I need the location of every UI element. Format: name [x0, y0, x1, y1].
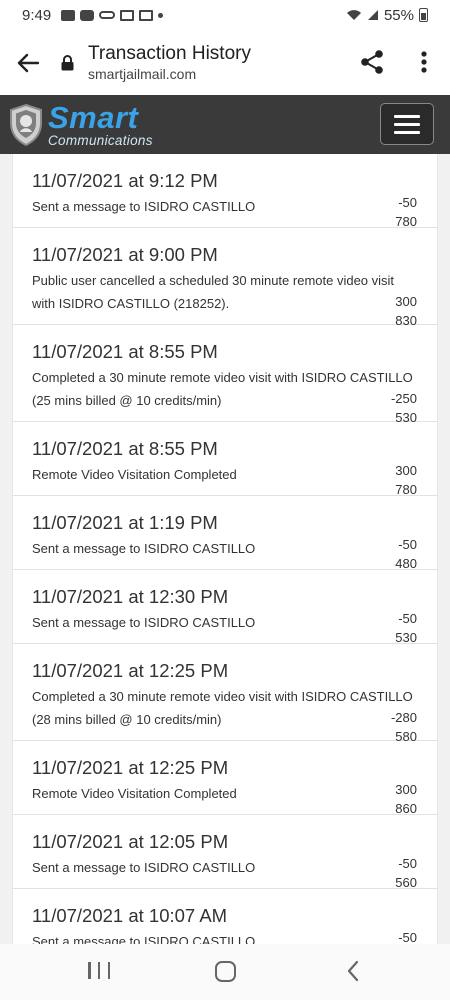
transaction-description: Completed a 30 minute remote video visit…: [32, 689, 413, 704]
transaction-amount: -50: [398, 930, 417, 944]
logo-wordmark: Smart: [48, 99, 139, 135]
message-icon: [61, 9, 76, 21]
page-domain: smartjailmail.com: [88, 65, 197, 82]
browser-toolbar: Transaction History smartjailmail.com: [0, 30, 450, 95]
transaction-row: 11/07/2021 at 9:00 PM Public user cancell…: [12, 228, 438, 328]
transaction-description: Public user cancelled a scheduled 30 min…: [32, 273, 395, 288]
transaction-description: with ISIDRO CASTILLO (218252).: [32, 296, 230, 311]
transaction-row: 11/07/2021 at 12:25 PM Remote Video Visit…: [12, 741, 438, 816]
status-time: 9:49: [22, 6, 52, 24]
system-nav-bar: [0, 944, 450, 1000]
wifi-icon: [346, 10, 361, 20]
transaction-row: 11/07/2021 at 9:12 PM Sent a message to I…: [12, 154, 438, 229]
arrow-left-icon: [17, 53, 39, 72]
transaction-row: 11/07/2021 at 12:05 PM Sent a message to …: [12, 815, 438, 890]
hamburger-menu-button[interactable]: [380, 103, 434, 145]
shield-logo-icon: [10, 103, 42, 146]
recent-apps-button[interactable]: [88, 962, 110, 982]
transaction-row: 11/07/2021 at 12:25 PM Completed a 30 min…: [12, 644, 438, 744]
transaction-amount: -50: [398, 856, 417, 871]
url-display[interactable]: Transaction History smartjailmail.com: [88, 43, 251, 83]
transaction-date: 11/07/2021 at 8:55 PM: [32, 438, 218, 459]
transaction-row: 11/07/2021 at 12:30 PM Sent a message to …: [12, 570, 438, 645]
more-options-button[interactable]: [410, 46, 438, 78]
home-button[interactable]: [215, 961, 236, 982]
share-button[interactable]: [356, 46, 388, 78]
transaction-row: 11/07/2021 at 10:07 AM Sent a message to …: [12, 889, 438, 944]
transaction-description: Remote Video Visitation Completed: [32, 786, 237, 801]
lock-icon[interactable]: [58, 43, 76, 83]
transaction-amount: -250: [390, 391, 417, 406]
transaction-date: 11/07/2021 at 12:05 PM: [32, 831, 229, 852]
transaction-amount: 300: [395, 463, 417, 478]
page-title: Transaction History: [88, 42, 251, 64]
menu-bar: [394, 130, 420, 134]
gmail-icon: [120, 9, 135, 21]
transaction-list[interactable]: 11/07/2021 at 9:12 PM Sent a message to I…: [12, 154, 438, 944]
share-icon: [361, 50, 383, 74]
transaction-amount: 300: [395, 294, 417, 309]
transaction-amount: -50: [398, 611, 417, 626]
transaction-amount: -50: [398, 537, 417, 552]
transaction-date: 11/07/2021 at 9:12 PM: [32, 170, 218, 191]
transaction-balance: 860: [395, 801, 417, 816]
dot-icon: [158, 12, 164, 18]
transaction-date: 11/07/2021 at 1:19 PM: [32, 512, 218, 533]
transaction-balance: 780: [395, 482, 417, 497]
transaction-balance: 480: [395, 556, 417, 571]
transaction-balance: 560: [395, 875, 417, 890]
transaction-row: 11/07/2021 at 8:55 PM Completed a 30 minu…: [12, 325, 438, 425]
battery-percent: 55%: [383, 6, 414, 24]
transaction-description: Sent a message to ISIDRO CASTILLO: [32, 860, 256, 875]
transaction-row: 11/07/2021 at 1:19 PM Sent a message to I…: [12, 496, 438, 571]
transaction-description: Remote Video Visitation Completed: [32, 467, 237, 482]
transaction-description: (25 mins billed @ 10 credits/min): [32, 393, 222, 408]
transaction-row: 11/07/2021 at 8:55 PM Remote Video Visita…: [12, 422, 438, 497]
back-nav-button[interactable]: [346, 960, 360, 982]
transaction-description: Sent a message to ISIDRO CASTILLO: [32, 934, 256, 944]
transaction-date: 11/07/2021 at 9:00 PM: [32, 244, 218, 265]
more-vert-icon: [421, 51, 427, 73]
transaction-amount: -50: [398, 195, 417, 210]
transaction-date: 11/07/2021 at 12:30 PM: [32, 586, 229, 607]
signal-icon: [367, 10, 378, 20]
site-header: Smart Communications: [0, 95, 450, 154]
transaction-description: Sent a message to ISIDRO CASTILLO: [32, 541, 256, 556]
transaction-description: Sent a message to ISIDRO CASTILLO: [32, 199, 256, 214]
back-button[interactable]: [0, 30, 56, 95]
transaction-date: 11/07/2021 at 12:25 PM: [32, 660, 229, 681]
transaction-description: Sent a message to ISIDRO CASTILLO: [32, 615, 256, 630]
transaction-date: 11/07/2021 at 8:55 PM: [32, 341, 218, 362]
transaction-date: 11/07/2021 at 10:07 AM: [32, 905, 228, 926]
youtube-icon: [80, 9, 95, 21]
gmail-icon: [139, 9, 154, 21]
transaction-amount: -280: [390, 710, 417, 725]
transaction-balance: 780: [395, 214, 417, 229]
voicemail-icon: [99, 11, 116, 19]
logo-subtitle: Communications: [48, 132, 153, 148]
transaction-balance: 530: [395, 630, 417, 645]
battery-icon: [419, 8, 428, 22]
site-logo[interactable]: Smart Communications: [8, 102, 153, 148]
menu-bar: [394, 122, 420, 126]
transaction-amount: 300: [395, 782, 417, 797]
transaction-description: Completed a 30 minute remote video visit…: [32, 370, 413, 385]
transaction-description: (28 mins billed @ 10 credits/min): [32, 712, 222, 727]
menu-bar: [394, 114, 420, 118]
transaction-date: 11/07/2021 at 12:25 PM: [32, 757, 229, 778]
status-bar: 9:49 55%: [0, 0, 450, 30]
